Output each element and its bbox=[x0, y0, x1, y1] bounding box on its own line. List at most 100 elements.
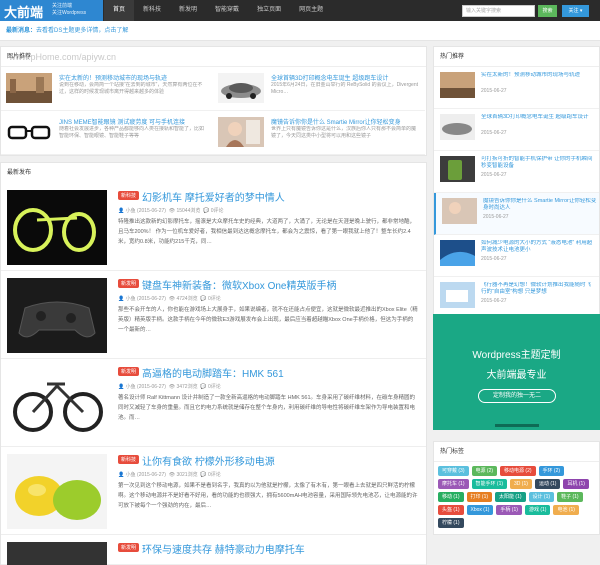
post-meta: 👤 小鱼 (2015-06-27) 👁 4724浏览 💬 0评论 bbox=[118, 296, 221, 302]
post-views: 15044浏览 bbox=[176, 208, 201, 214]
hot-item[interactable]: 魔镜告诉你你是什么 Smartie Mirror让你轻松变身时尚达人 2015-… bbox=[434, 193, 599, 235]
tag-link[interactable]: 可穿戴 (3) bbox=[438, 466, 469, 476]
notice-link[interactable]: 去看看DS主题更多详情，点击了解 bbox=[36, 28, 128, 34]
tag-link[interactable]: 头盔 (1) bbox=[438, 505, 464, 515]
featured-item[interactable]: 全球首辆3D打印概念电车诞生 超级跑车设计 2015年6月24日，在旧金山举行的… bbox=[213, 67, 425, 111]
post-author[interactable]: 小鱼 bbox=[126, 296, 136, 302]
post-comments[interactable]: 0评论 bbox=[211, 208, 224, 214]
post-title[interactable]: 幻影机车 摩托爱好者的梦中情人 bbox=[142, 189, 285, 204]
featured-box: 图片推荐 www.pHome.com/apiyw.cn 实在太新的！预测移动城市… bbox=[0, 46, 427, 156]
hot-heading: 热门推荐 bbox=[434, 47, 599, 67]
hot-box: 热门推荐 实在太新的！预测移动城市的现场与轨迹 2015-06-27 全球首辆3… bbox=[433, 46, 600, 320]
tag-cloud: 可穿戴 (3) 电源 (2) 移动电源 (2) 手环 (2) 摩托车 (1) 智能手环 (… bbox=[434, 462, 599, 532]
nav-invention[interactable]: 新发明 bbox=[170, 0, 206, 21]
hot-title[interactable]: 可打拆可折的智能手机保护带 让你的手机瞬间秒变智能设备 bbox=[481, 156, 595, 170]
tag-link[interactable]: 移动 (1) bbox=[438, 492, 464, 502]
hot-title[interactable]: 魔镜告诉你你是什么 Smartie Mirror让你轻松变身时尚达人 bbox=[483, 198, 597, 212]
tag-link[interactable]: 太阳能 (1) bbox=[495, 492, 526, 502]
tag-link[interactable]: 手柄 (1) bbox=[496, 505, 522, 515]
custom-theme-banner[interactable]: Wordpress主题定制 大前端最专业 定制我的独一无二 bbox=[433, 314, 600, 430]
post-image-moto[interactable] bbox=[7, 542, 107, 565]
sidebar: 热门推荐 实在太新的！预测移动城市的现场与轨迹 2015-06-27 全球首辆3… bbox=[433, 46, 600, 320]
hot-item[interactable]: 可打拆可折的智能手机保护带 让你的手机瞬间秒变智能设备 2015-06-27 bbox=[434, 151, 599, 193]
tags-box: 热门标签 可穿戴 (3) 电源 (2) 移动电源 (2) 手环 (2) 摩托车 (1) 智… bbox=[433, 441, 600, 535]
post-image-ebike[interactable] bbox=[7, 366, 107, 441]
featured-title[interactable]: 魔镜告诉你你是什么 Smartie Mirror让你轻松变身 bbox=[271, 117, 401, 126]
hot-title[interactable]: 飞行器不再是幻想！微软计划推出我能随时飞行的“自由室”构想 只是梦想 bbox=[481, 282, 595, 296]
post-comments[interactable]: 0评论 bbox=[208, 472, 221, 478]
post-title[interactable]: 让你有食欲 柠檬外形移动电源 bbox=[142, 453, 275, 468]
nav-tech[interactable]: 新科技 bbox=[134, 0, 170, 21]
post-image-controller[interactable] bbox=[7, 278, 107, 353]
nav-theme[interactable]: 网页主题 bbox=[290, 0, 332, 21]
post-badge[interactable]: 新发明 bbox=[118, 367, 140, 376]
post-author[interactable]: 小鱼 bbox=[126, 384, 136, 390]
featured-title[interactable]: 全球首辆3D打印概念电车诞生 超级跑车设计 bbox=[271, 73, 388, 82]
tag-link[interactable]: 柠檬 (1) bbox=[438, 518, 464, 528]
hot-item[interactable]: 实在太新的！预测移动城市的现场与轨迹 2015-06-27 bbox=[434, 67, 599, 109]
post-comments[interactable]: 0评论 bbox=[208, 296, 221, 302]
tag-link[interactable]: 鞋子 (1) bbox=[557, 492, 583, 502]
hot-item[interactable]: 全球首辆3D打印概念电车诞生 超级跑车设计 2015-06-27 bbox=[434, 109, 599, 151]
tag-link[interactable]: 运动 (1) bbox=[534, 479, 561, 489]
post-image-lemon[interactable] bbox=[7, 454, 107, 529]
posts-heading: 最新发布 bbox=[7, 170, 32, 176]
post-badge[interactable]: 新发明 bbox=[118, 543, 140, 552]
featured-title[interactable]: 实在太新的！预测移动城市的现场与轨迹 bbox=[59, 73, 167, 82]
tag-link[interactable]: 移动电源 (2) bbox=[500, 466, 536, 476]
featured-item[interactable]: 实在太新的！预测移动城市的现场与轨迹 说到在移动，会简简一个站接“在去到的城市”… bbox=[1, 67, 213, 111]
ad-button[interactable]: 定制我的独一无二 bbox=[478, 389, 556, 403]
hot-item[interactable]: 飞行器不再是幻想！微软计划推出我能随时飞行的“自由室”构想 只是梦想 2015-… bbox=[434, 277, 599, 319]
post-item: 新发明 高逼格的电动脚踏车：HMK 561 👤 小鱼 (2015-06-27) … bbox=[1, 359, 426, 447]
featured-desc: 随着社会发展进步，各种产品都能够向人类在接轨和智能了，比如智能环保、智能眼镜、智… bbox=[59, 126, 205, 139]
post-badge[interactable]: 新科技 bbox=[118, 191, 140, 200]
tag-link[interactable]: 游戏 (1) bbox=[524, 505, 551, 515]
tag-link[interactable]: 手环 (2) bbox=[538, 466, 565, 476]
nav-home[interactable]: 首页 bbox=[104, 0, 135, 21]
tag-link[interactable]: 智能手环 (1) bbox=[471, 479, 508, 489]
tag-link[interactable]: 电源 (2) bbox=[471, 466, 498, 476]
search-input[interactable]: 输入关键字搜索 bbox=[462, 5, 535, 17]
post-item: 新发明 键盘车神新装备：微软Xbox One精英版手柄 👤 小鱼 (2015-0… bbox=[1, 271, 426, 359]
post-views: 3472浏览 bbox=[176, 384, 198, 390]
post-badge[interactable]: 新发明 bbox=[118, 279, 140, 288]
post-image-tron-bike[interactable] bbox=[7, 190, 107, 265]
tag-link[interactable]: 3D (1) bbox=[510, 479, 532, 489]
post-title[interactable]: 键盘车神新装备：微软Xbox One精英版手柄 bbox=[142, 277, 336, 292]
featured-item[interactable]: 魔镜告诉你你是什么 Smartie Mirror让你轻松变身 世界上只有魔镜告诉… bbox=[213, 111, 425, 155]
logo-sub1: 关注前端 bbox=[52, 3, 73, 9]
post-excerpt: 著名设计师 Ralf Kittmann 设计并制造了一款全新高逼格的电动脚踏车 … bbox=[118, 395, 416, 421]
hot-item[interactable]: 如何减少电源的大小的方式 “液态电池” 利用超声波技术让电池更小 2015-06… bbox=[434, 235, 599, 277]
post-author[interactable]: 小鱼 bbox=[126, 208, 136, 214]
hot-date: 2015-06-27 bbox=[481, 256, 507, 262]
tag-link[interactable]: Xbox (1) bbox=[466, 505, 494, 515]
featured-title[interactable]: JINS MEME智能眼镜 测试疲劳度 可与手机连接 bbox=[59, 117, 185, 126]
post-badge[interactable]: 新科技 bbox=[118, 455, 140, 464]
hot-title[interactable]: 全球首辆3D打印概念电车诞生 超级跑车设计 bbox=[481, 114, 595, 128]
hot-date: 2015-06-27 bbox=[481, 298, 507, 304]
follow-button[interactable]: 关注 ▾ bbox=[562, 5, 589, 17]
site-logo[interactable]: 大前端 关注前端 关注Wordpress bbox=[0, 0, 103, 21]
hot-date: 2015-06-27 bbox=[481, 88, 507, 94]
hot-date: 2015-06-27 bbox=[481, 172, 507, 178]
nav-page[interactable]: 独立页面 bbox=[248, 0, 290, 21]
tag-link[interactable]: 设计 (1) bbox=[528, 492, 555, 502]
notice-bar: 最新消息：去看看DS主题更多详情，点击了解 bbox=[0, 21, 600, 41]
post-title[interactable]: 高逼格的电动脚踏车：HMK 561 bbox=[142, 365, 284, 380]
post-title[interactable]: 环保与速度共存 赫特豪动力电摩托车 bbox=[142, 541, 305, 556]
featured-item[interactable]: JINS MEME智能眼镜 测试疲劳度 可与手机连接 随着社会发展进步，各种产品… bbox=[1, 111, 213, 155]
search-button[interactable]: 搜索 bbox=[538, 5, 557, 17]
tag-link[interactable]: 打印 (1) bbox=[466, 492, 493, 502]
notice-label: 最新消息： bbox=[6, 28, 37, 34]
main-content: 图片推荐 www.pHome.com/apiyw.cn 实在太新的！预测移动城市… bbox=[0, 46, 427, 565]
tag-link[interactable]: 电池 (1) bbox=[553, 505, 579, 515]
hot-title[interactable]: 实在太新的！预测移动城市的现场与轨迹 bbox=[481, 72, 595, 86]
post-author[interactable]: 小鱼 bbox=[126, 472, 136, 478]
nav-wearable[interactable]: 智能穿戴 bbox=[206, 0, 248, 21]
tag-link[interactable]: 耳机 (1) bbox=[563, 479, 589, 489]
hot-title[interactable]: 如何减少电源的大小的方式 “液态电池” 利用超声波技术让电池更小 bbox=[481, 240, 595, 254]
hot-thumb bbox=[440, 240, 475, 266]
post-comments[interactable]: 0评论 bbox=[208, 384, 221, 390]
post-date: (2015-06-27) bbox=[137, 296, 166, 302]
tag-link[interactable]: 摩托车 (1) bbox=[438, 479, 469, 489]
